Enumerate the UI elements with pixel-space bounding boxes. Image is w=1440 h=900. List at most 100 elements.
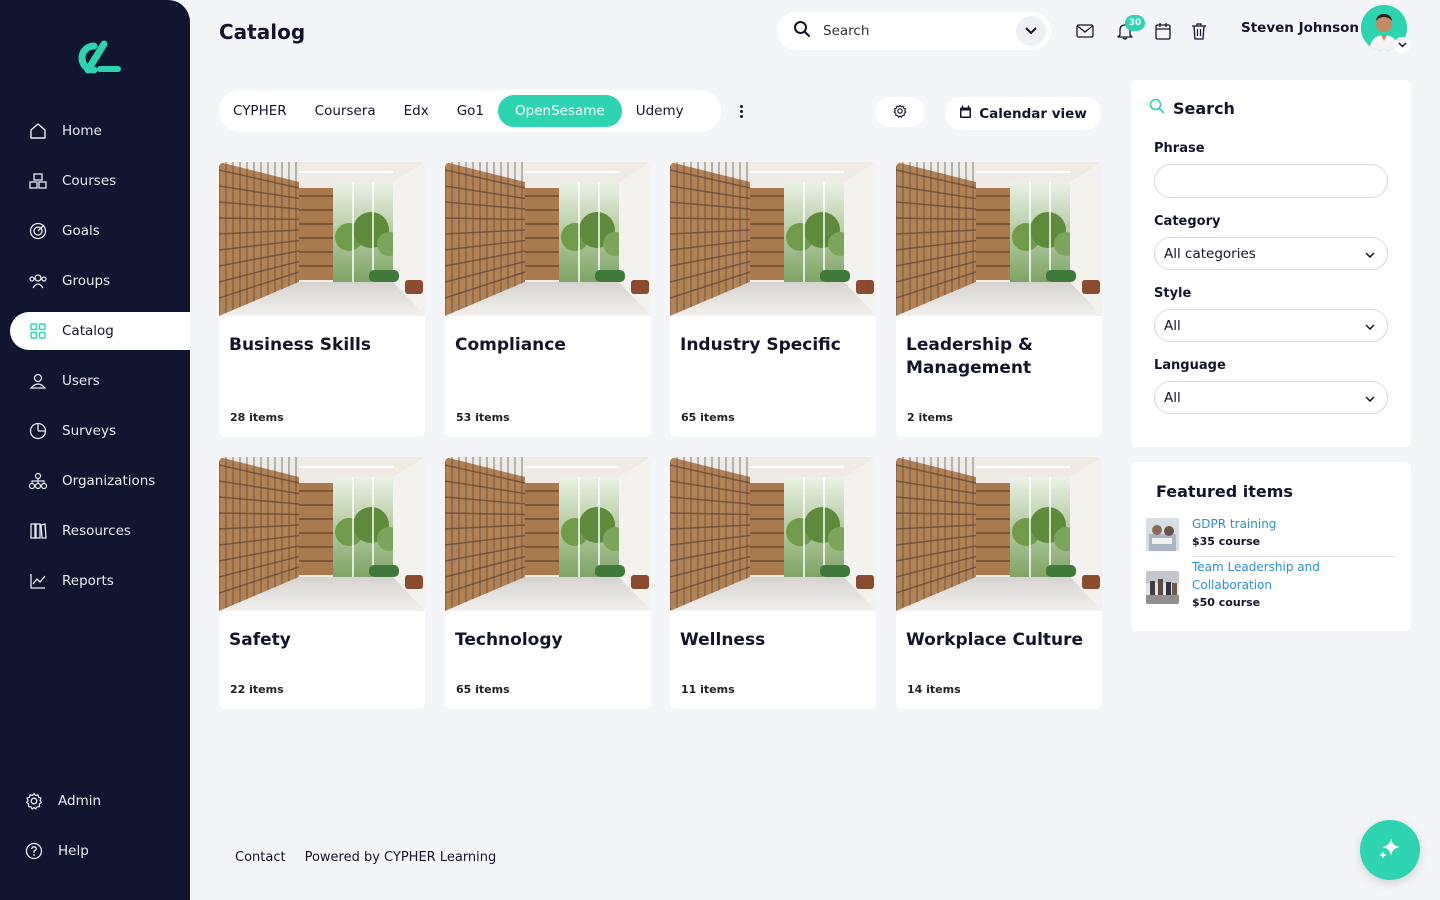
language-label: Language [1154,358,1226,373]
featured-thumbnail [1146,571,1179,604]
sidebar-item-groups[interactable]: Groups [10,262,190,300]
featured-item-price: $50 course [1192,596,1261,609]
category-select[interactable]: All categories [1154,237,1388,270]
chevron-down-icon [1365,390,1375,406]
catalog-icon [28,321,48,341]
goals-icon [28,221,48,241]
help-icon [24,841,44,861]
tab-udemy[interactable]: Udemy [622,95,698,127]
catalog-card[interactable]: Industry Specific 65 items [670,162,876,437]
calendar-icon[interactable] [1152,20,1174,42]
catalog-card-image [445,457,651,611]
sidebar-item-surveys[interactable]: Surveys [10,412,190,450]
sidebar-item-label: Users [62,373,100,389]
catalog-card-image [219,457,425,611]
gear-icon [24,791,44,811]
catalog-card-image [219,162,425,316]
catalog-card-image [445,162,651,316]
sidebar: Home Courses Goals Groups Catalog Users … [0,0,190,900]
catalog-card-count: 65 items [681,411,735,424]
chevron-down-icon[interactable] [1016,16,1046,46]
sidebar-item-reports[interactable]: Reports [10,562,190,600]
catalog-card-title: Business Skills [229,335,371,355]
featured-thumbnail [1146,518,1179,551]
sidebar-item-label: Help [58,843,89,859]
sidebar-item-resources[interactable]: Resources [10,512,190,550]
sidebar-item-users[interactable]: Users [10,362,190,400]
catalog-card[interactable]: Business Skills 28 items [219,162,425,437]
sidebar-item-admin[interactable]: Admin [6,782,190,820]
sidebar-item-home[interactable]: Home [10,112,190,150]
reports-icon [28,571,48,591]
filter-heading: Search [1149,98,1235,118]
ai-assistant-button[interactable] [1360,820,1420,880]
global-search[interactable]: Search [777,12,1051,50]
catalog-card[interactable]: Safety 22 items [219,457,425,709]
tab-coursera[interactable]: Coursera [301,95,390,127]
footer: Contact Powered by CYPHER Learning [235,850,496,865]
category-label: Category [1154,214,1221,229]
settings-button[interactable] [875,97,925,127]
catalog-card-count: 28 items [230,411,284,424]
groups-icon [28,271,48,291]
sidebar-item-label: Courses [62,173,117,189]
featured-item-link[interactable]: Team Leadership and Collaboration [1192,558,1352,594]
featured-items-panel: Featured items GDPR training $35 course … [1131,462,1411,631]
style-value: All [1164,317,1181,334]
tab-go1[interactable]: Go1 [443,95,498,127]
language-select[interactable]: All [1154,381,1388,414]
sidebar-item-goals[interactable]: Goals [10,212,190,250]
sidebar-item-label: Organizations [62,473,156,489]
brand-logo[interactable] [68,40,122,76]
style-select[interactable]: All [1154,309,1388,342]
catalog-card[interactable]: Technology 65 items [445,457,651,709]
catalog-card-title: Technology [455,630,563,650]
search-input[interactable]: Search [823,23,1016,39]
category-value: All categories [1164,245,1256,262]
search-icon [1149,98,1165,118]
chevron-down-icon[interactable] [1394,37,1410,53]
sidebar-item-label: Goals [62,223,100,239]
catalog-card[interactable]: Leadership & Management 2 items [896,162,1102,437]
more-options-icon[interactable] [733,100,749,122]
users-icon [28,371,48,391]
sidebar-item-label: Resources [62,523,131,539]
tab-cypher[interactable]: CYPHER [233,95,301,127]
catalog-card-image [670,457,876,611]
chevron-down-icon [1365,246,1375,262]
sidebar-item-label: Catalog [62,323,114,339]
search-filter-panel: Search Phrase Category All categories St… [1131,80,1411,447]
contact-link[interactable]: Contact [235,850,286,865]
sidebar-item-courses[interactable]: Courses [10,162,190,200]
catalog-card[interactable]: Compliance 53 items [445,162,651,437]
chevron-down-icon [1365,318,1375,334]
catalog-card-image [670,162,876,316]
catalog-card-title: Leadership & Management [906,335,1033,378]
catalog-card-title: Safety [229,630,291,650]
calendar-view-button[interactable]: Calendar view [945,97,1101,130]
tab-opensesame[interactable]: OpenSesame [498,95,622,127]
surveys-icon [28,421,48,441]
mail-icon[interactable] [1074,20,1096,42]
catalog-card-image [896,457,1102,611]
courses-icon [28,171,48,191]
main-nav: Home Courses Goals Groups Catalog Users … [10,112,190,612]
featured-item-link[interactable]: GDPR training [1192,515,1352,533]
sidebar-item-organizations[interactable]: Organizations [10,462,190,500]
featured-heading: Featured items [1156,482,1293,501]
trash-icon[interactable] [1188,20,1210,42]
phrase-input[interactable] [1154,164,1388,198]
calendar-icon [959,105,972,123]
sidebar-item-help[interactable]: Help [6,832,190,870]
tab-edx[interactable]: Edx [390,95,443,127]
catalog-card[interactable]: Workplace Culture 14 items [896,457,1102,709]
sidebar-item-label: Admin [58,793,102,809]
catalog-card-title: Industry Specific [680,335,841,355]
sidebar-item-label: Groups [62,273,111,289]
catalog-card[interactable]: Wellness 11 items [670,457,876,709]
sparkle-icon [1376,834,1404,866]
catalog-card-count: 2 items [907,411,953,424]
sidebar-item-catalog[interactable]: Catalog [10,312,190,350]
user-name[interactable]: Steven Johnson [1241,20,1359,36]
powered-by-text[interactable]: Powered by CYPHER Learning [305,850,497,865]
